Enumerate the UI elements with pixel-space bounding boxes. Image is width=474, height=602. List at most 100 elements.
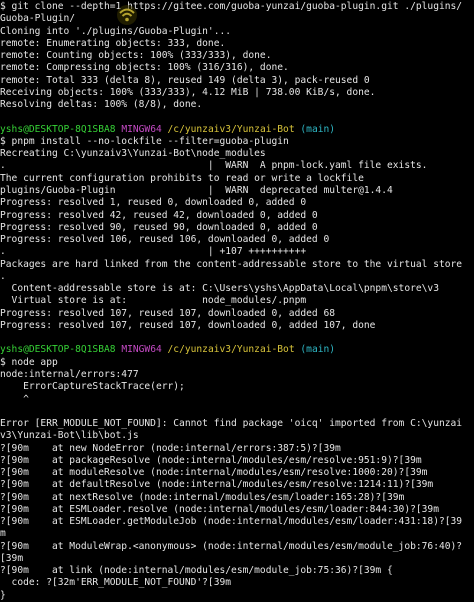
terminal-line: ?[90m at ModuleWrap.<anonymous> (node:in…	[0, 541, 474, 553]
terminal-text: code: ?[32m'ERR_MODULE_NOT_FOUND'?[39m	[0, 577, 232, 589]
terminal-line: Cloning into './plugins/Guoba-Plugin'...	[0, 26, 474, 38]
terminal-line: $ pnpm install --no-lockfile --filter=gu…	[0, 136, 474, 148]
terminal-text: . | WARN A pnpm-lock.yaml file exists.	[0, 160, 428, 172]
terminal-text: Recreating C:\yunzaiv3\Yunzai-Bot\node_m…	[0, 148, 266, 160]
terminal-line: m	[0, 528, 474, 540]
terminal-text: The current configuration prohibits to r…	[0, 172, 364, 184]
terminal-text: ErrorCaptureStackTrace(err);	[0, 381, 185, 393]
terminal-text: Content-addressable store is at: C:\User…	[0, 283, 439, 295]
terminal-text: plugins/Guoba-Plugin | WARN deprecated m…	[0, 184, 393, 196]
terminal-line: ?[90m at ESMLoader.resolve (node:interna…	[0, 504, 474, 516]
terminal-line: Error [ERR_MODULE_NOT_FOUND]: Cannot fin…	[0, 418, 474, 430]
terminal-line: remote: Compressing objects: 100% (316/3…	[0, 62, 474, 74]
terminal-text: Guoba-Plugin/	[0, 13, 76, 25]
terminal-line: plugins/Guoba-Plugin | WARN deprecated m…	[0, 185, 474, 197]
terminal-text: }	[0, 589, 6, 601]
terminal-line: Recreating C:\yunzaiv3\Yunzai-Bot\node_m…	[0, 148, 474, 160]
terminal-text: remote: Compressing objects: 100% (316/3…	[0, 62, 289, 74]
terminal-line: remote: Total 333 (delta 8), reused 149 …	[0, 75, 474, 87]
terminal-text: Progress: resolved 1, reused 0, download…	[0, 197, 307, 209]
terminal-text: ?[90m at packageResolve (node:internal/m…	[0, 454, 422, 466]
terminal-line: ^	[0, 394, 474, 406]
terminal-line: ?[90m at link (node:internal/modules/esm…	[0, 565, 474, 577]
terminal-text: v3\Yunzai-Bot\lib\bot.js	[0, 430, 139, 442]
terminal-line: Content-addressable store is at: C:\User…	[0, 283, 474, 295]
terminal-text: $ pnpm install --no-lockfile --filter=gu…	[0, 135, 289, 147]
terminal-text: node:internal/errors:477	[0, 368, 139, 380]
terminal-text: ?[90m at ESMLoader.getModuleJob (node:in…	[0, 516, 463, 528]
terminal-text: /c/yunzaiv3/Yunzai-Bot	[167, 344, 295, 356]
terminal-line: }	[0, 590, 474, 602]
terminal-text: ?[90m at defaultResolve (node:internal/m…	[0, 479, 434, 491]
terminal-line: The current configuration prohibits to r…	[0, 173, 474, 185]
terminal-text: ^	[0, 393, 29, 405]
terminal-line: Progress: resolved 107, reused 107, down…	[0, 320, 474, 332]
terminal-line: ?[90m at moduleResolve (node:internal/mo…	[0, 467, 474, 479]
terminal-text: /c/yunzaiv3/Yunzai-Bot	[167, 123, 295, 135]
terminal-text: [39m	[0, 552, 24, 564]
terminal-text: (main)	[300, 344, 336, 356]
terminal-text: ?[90m at nextResolve (node:internal/modu…	[0, 491, 405, 503]
terminal-text: Error [ERR_MODULE_NOT_FOUND]: Cannot fin…	[0, 418, 463, 430]
terminal-text: ?[90m at ModuleWrap.<anonymous> (node:in…	[0, 540, 463, 552]
terminal-line: $ node app	[0, 357, 474, 369]
terminal-text: $ git clone --depth=1 https://gitee.com/…	[0, 1, 463, 12]
terminal-text: Progress: resolved 107, reused 107, down…	[0, 307, 336, 319]
terminal-line: . | +107 ++++++++++	[0, 246, 474, 258]
terminal-line: yshs@DESKTOP-8Q1SBA8 MINGW64 /c/yunzaiv3…	[0, 124, 474, 136]
terminal-window[interactable]: $ git clone --depth=1 https://gitee.com/…	[0, 0, 474, 601]
terminal-line: Virtual store is at: node_modules/.pnpm	[0, 295, 474, 307]
terminal-text: .	[0, 270, 6, 282]
terminal-text: remote: Enumerating objects: 333, done.	[0, 37, 226, 49]
terminal-text: (main)	[300, 123, 336, 135]
terminal-line: remote: Counting objects: 100% (333/333)…	[0, 50, 474, 62]
terminal-line: code: ?[32m'ERR_MODULE_NOT_FOUND'?[39m	[0, 577, 474, 589]
terminal-line: $ git clone --depth=1 https://gitee.com/…	[0, 1, 474, 13]
terminal-line: Receiving objects: 100% (333/333), 4.12 …	[0, 87, 474, 99]
terminal-line: ?[90m at ESMLoader.getModuleJob (node:in…	[0, 516, 474, 528]
terminal-line: .	[0, 271, 474, 283]
terminal-output: $ git clone --depth=1 https://gitee.com/…	[0, 1, 474, 602]
terminal-line: Progress: resolved 107, reused 107, down…	[0, 308, 474, 320]
terminal-text: . | +107 ++++++++++	[0, 246, 307, 258]
terminal-text: Packages are hard linked from the conten…	[0, 258, 463, 270]
wifi-logo-icon	[116, 2, 138, 28]
terminal-line: Progress: resolved 106, reused 106, down…	[0, 234, 474, 246]
terminal-text: MINGW64	[121, 123, 162, 135]
terminal-line: . | WARN A pnpm-lock.yaml file exists.	[0, 160, 474, 172]
terminal-line: Guoba-Plugin/	[0, 13, 474, 25]
terminal-text: ?[90m at moduleResolve (node:internal/mo…	[0, 467, 428, 479]
terminal-text: remote: Total 333 (delta 8), reused 149 …	[0, 74, 370, 86]
terminal-line: [39m	[0, 553, 474, 565]
terminal-line: Progress: resolved 42, reused 42, downlo…	[0, 210, 474, 222]
terminal-text: $ node app	[0, 356, 58, 368]
terminal-text: Resolving deltas: 100% (8/8), done.	[0, 99, 203, 111]
terminal-line: yshs@DESKTOP-8Q1SBA8 MINGW64 /c/yunzaiv3…	[0, 344, 474, 356]
terminal-line: Progress: resolved 1, reused 0, download…	[0, 197, 474, 209]
terminal-text: ?[90m at link (node:internal/modules/esm…	[0, 565, 393, 577]
terminal-text: Progress: resolved 107, reused 107, down…	[0, 319, 376, 331]
terminal-line: remote: Enumerating objects: 333, done.	[0, 38, 474, 50]
terminal-text: remote: Counting objects: 100% (333/333)…	[0, 50, 272, 62]
terminal-text: Progress: resolved 106, reused 106, down…	[0, 234, 330, 246]
terminal-text: MINGW64	[121, 344, 162, 356]
terminal-line: Resolving deltas: 100% (8/8), done.	[0, 99, 474, 111]
terminal-line: v3\Yunzai-Bot\lib\bot.js	[0, 430, 474, 442]
terminal-line: ErrorCaptureStackTrace(err);	[0, 381, 474, 393]
terminal-text: Progress: resolved 90, reused 90, downlo…	[0, 221, 318, 233]
terminal-line: ?[90m at new NodeError (node:internal/er…	[0, 443, 474, 455]
terminal-text: Receiving objects: 100% (333/333), 4.12 …	[0, 86, 376, 98]
terminal-line: ?[90m at nextResolve (node:internal/modu…	[0, 492, 474, 504]
terminal-text: yshs@DESKTOP-8Q1SBA8	[0, 344, 116, 356]
terminal-line: Progress: resolved 90, reused 90, downlo…	[0, 222, 474, 234]
terminal-line: ?[90m at defaultResolve (node:internal/m…	[0, 479, 474, 491]
terminal-text: yshs@DESKTOP-8Q1SBA8	[0, 123, 116, 135]
terminal-line: Packages are hard linked from the conten…	[0, 259, 474, 271]
terminal-text: m	[0, 528, 6, 540]
terminal-line: ?[90m at packageResolve (node:internal/m…	[0, 455, 474, 467]
terminal-text: ?[90m at new NodeError (node:internal/er…	[0, 442, 341, 454]
terminal-line: node:internal/errors:477	[0, 369, 474, 381]
